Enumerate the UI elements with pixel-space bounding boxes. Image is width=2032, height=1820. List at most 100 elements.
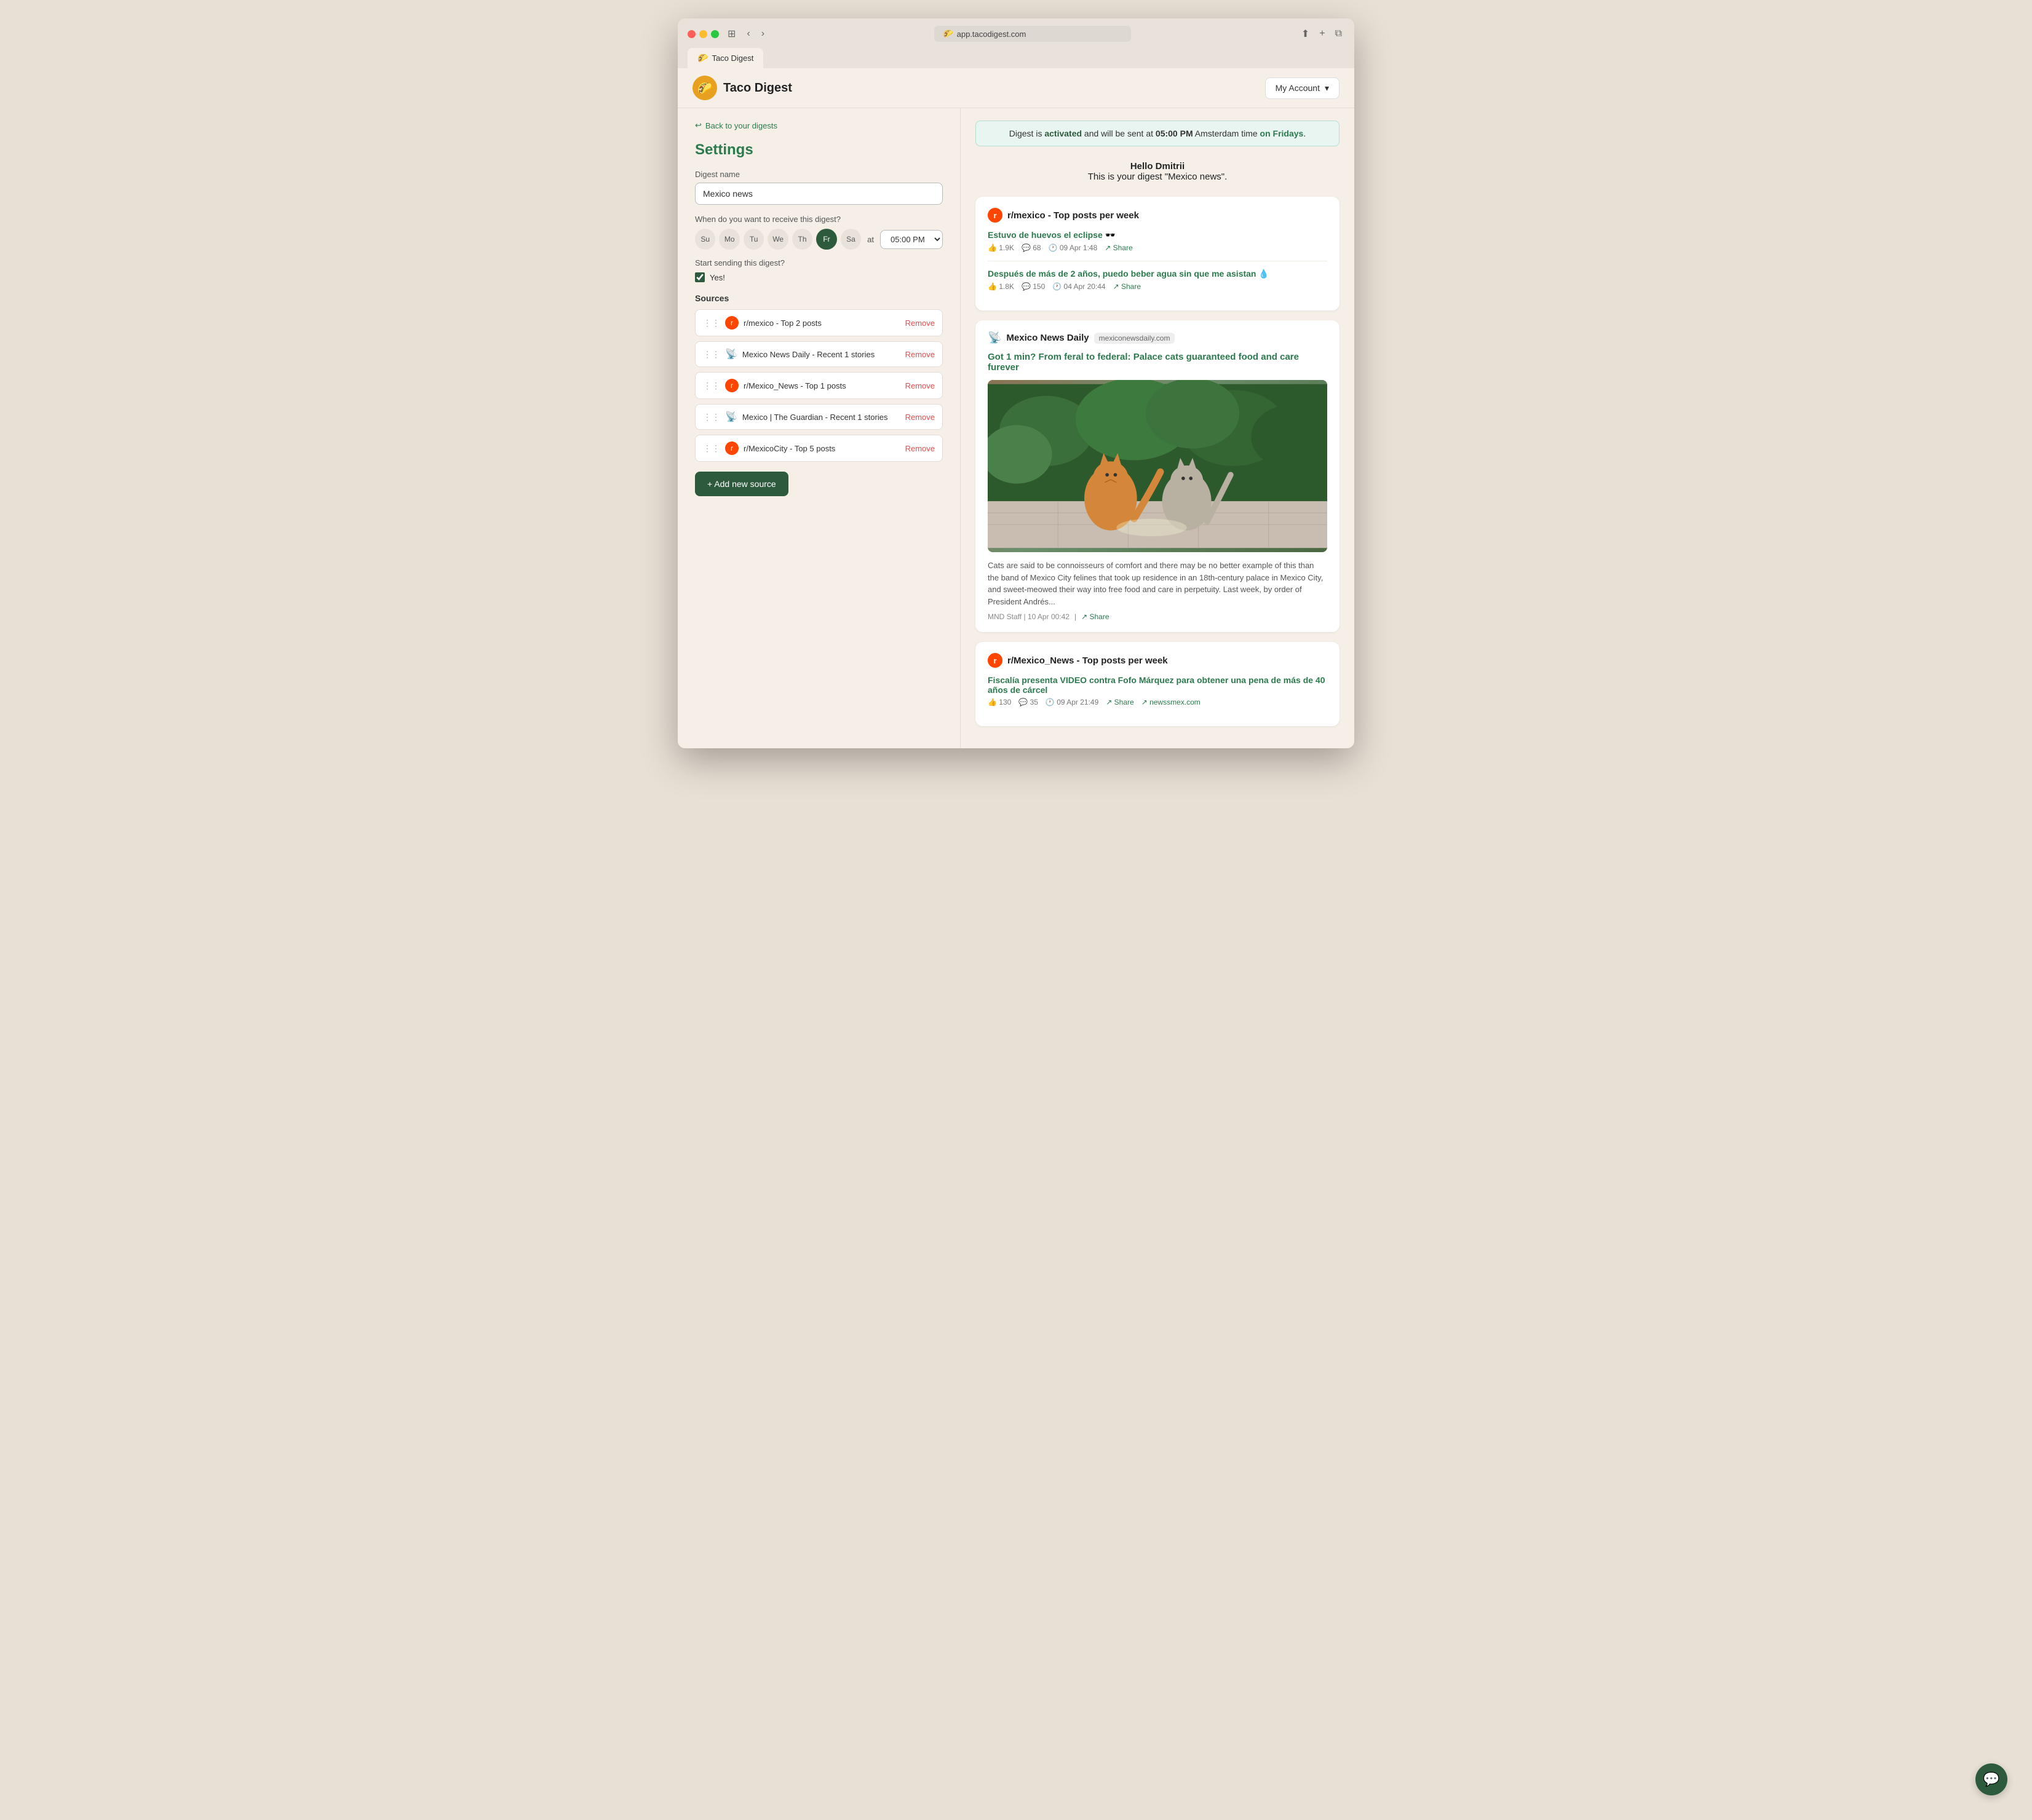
remove-source-1-button[interactable]: Remove bbox=[905, 318, 935, 328]
address-bar[interactable]: 🌮 app.tacodigest.com bbox=[934, 26, 1131, 42]
digest-panel: Digest is activated and will be sent at … bbox=[961, 108, 1354, 748]
post-title-1[interactable]: Estuvo de huevos el eclipse 🕶️ bbox=[988, 230, 1327, 240]
app-header: 🌮 Taco Digest My Account ▾ bbox=[678, 68, 1354, 108]
post-meta-2: 👍 1.8K 💬 150 🕐 04 Apr 20:44 ↗ Share bbox=[988, 282, 1327, 291]
app-name: Taco Digest bbox=[723, 81, 792, 95]
back-to-digests-link[interactable]: ↩ Back to your digests bbox=[695, 121, 943, 130]
source-item-4: ⋮⋮ 📡 Mexico | The Guardian - Recent 1 st… bbox=[695, 404, 943, 430]
card-title-reddit-mexico: r/mexico - Top posts per week bbox=[1007, 210, 1139, 221]
address-bar-container: 🌮 app.tacodigest.com bbox=[773, 26, 1293, 42]
start-sending-label: Start sending this digest? bbox=[695, 258, 943, 267]
share-separator: | bbox=[1074, 612, 1076, 621]
rss-icon: 📡 bbox=[725, 411, 737, 423]
remove-source-3-button[interactable]: Remove bbox=[905, 381, 935, 390]
day-th-button[interactable]: Th bbox=[792, 229, 812, 250]
reddit-icon: r bbox=[725, 316, 739, 330]
add-source-button[interactable]: + Add new source bbox=[695, 472, 788, 496]
day-mo-button[interactable]: Mo bbox=[719, 229, 739, 250]
source-name-5: r/MexicoCity - Top 5 posts bbox=[744, 444, 900, 453]
article-description-mnd: Cats are said to be connoisseurs of comf… bbox=[988, 560, 1327, 607]
digest-time: 05:00 PM bbox=[1156, 129, 1193, 138]
drag-handle-icon[interactable]: ⋮⋮ bbox=[703, 412, 720, 422]
drag-handle-icon[interactable]: ⋮⋮ bbox=[703, 349, 720, 360]
source-item-2: ⋮⋮ 📡 Mexico News Daily - Recent 1 storie… bbox=[695, 341, 943, 367]
likes-icon: 👍 1.8K bbox=[988, 282, 1014, 291]
forward-btn[interactable]: › bbox=[759, 27, 767, 41]
time-select[interactable]: 05:00 PM bbox=[880, 230, 943, 249]
digest-name-input[interactable] bbox=[695, 183, 943, 205]
article-image-mnd bbox=[988, 380, 1327, 552]
post-item-1: Estuvo de huevos el eclipse 🕶️ 👍 1.9K 💬 … bbox=[988, 230, 1327, 252]
time-icon: 🕐 04 Apr 20:44 bbox=[1052, 282, 1105, 291]
post-item-3: Fiscalía presenta VIDEO contra Fofo Márq… bbox=[988, 675, 1327, 706]
back-arrow-icon: ↩ bbox=[695, 121, 702, 130]
back-btn[interactable]: ‹ bbox=[744, 27, 752, 41]
day-tu-button[interactable]: Tu bbox=[744, 229, 764, 250]
active-tab[interactable]: 🌮 Taco Digest bbox=[688, 48, 763, 68]
card-title-mexiconews: r/Mexico_News - Top posts per week bbox=[1007, 655, 1168, 666]
card-header-mnd: 📡 Mexico News Daily mexiconewsdaily.com bbox=[988, 331, 1327, 344]
post-title-2[interactable]: Después de más de 2 años, puedo beber ag… bbox=[988, 269, 1327, 279]
article-meta-mnd: MND Staff | 10 Apr 00:42 | ↗ Share bbox=[988, 612, 1327, 621]
app-content: ↩ Back to your digests Settings Digest n… bbox=[678, 108, 1354, 748]
share-link-mnd[interactable]: ↗ Share bbox=[1081, 612, 1109, 621]
reddit-card-icon-2: r bbox=[988, 653, 1002, 668]
day-sa-button[interactable]: Sa bbox=[841, 229, 861, 250]
likes-icon-3: 👍 130 bbox=[988, 698, 1011, 706]
close-traffic-light[interactable] bbox=[688, 30, 696, 38]
source-item-5: ⋮⋮ r r/MexicoCity - Top 5 posts Remove bbox=[695, 435, 943, 462]
share-link-3[interactable]: ↗ Share bbox=[1106, 698, 1133, 706]
chat-icon: 💬 bbox=[1983, 1771, 1999, 1787]
comments-icon: 💬 68 bbox=[1022, 243, 1041, 252]
at-label: at bbox=[867, 235, 874, 244]
digest-name-label: Digest name bbox=[695, 170, 943, 179]
start-sending-row: Yes! bbox=[695, 272, 943, 282]
reddit-icon: r bbox=[725, 441, 739, 455]
reddit-card-icon: r bbox=[988, 208, 1002, 223]
my-account-label: My Account bbox=[1276, 83, 1320, 93]
rss-icon: 📡 bbox=[725, 348, 737, 360]
drag-handle-icon[interactable]: ⋮⋮ bbox=[703, 381, 720, 391]
post-title-3[interactable]: Fiscalía presenta VIDEO contra Fofo Márq… bbox=[988, 675, 1327, 695]
browser-controls: ⊞ ‹ › 🌮 app.tacodigest.com ⬆ + ⧉ bbox=[688, 26, 1344, 42]
reddit-mexico-card: r r/mexico - Top posts per week Estuvo d… bbox=[975, 197, 1339, 311]
card-title-mnd: Mexico News Daily bbox=[1006, 333, 1089, 343]
card-header-reddit-mexico: r r/mexico - Top posts per week bbox=[988, 208, 1327, 223]
tab-bar: 🌮 Taco Digest bbox=[688, 48, 1344, 68]
yes-label: Yes! bbox=[710, 273, 725, 282]
day-selector: Su Mo Tu We Th Fr Sa at 05:00 PM bbox=[695, 229, 943, 250]
post-meta-1: 👍 1.9K 💬 68 🕐 09 Apr 1:48 ↗ Share bbox=[988, 243, 1327, 252]
minimize-traffic-light[interactable] bbox=[699, 30, 707, 38]
app-logo: 🌮 Taco Digest bbox=[693, 76, 792, 100]
site-favicon: 🌮 bbox=[943, 29, 953, 39]
share-btn[interactable]: ⬆ bbox=[1299, 26, 1312, 41]
share-link-2[interactable]: ↗ Share bbox=[1113, 282, 1141, 291]
new-tab-btn[interactable]: + bbox=[1317, 26, 1327, 41]
chat-button[interactable]: 💬 bbox=[1975, 1763, 2007, 1795]
remove-source-5-button[interactable]: Remove bbox=[905, 444, 935, 453]
drag-handle-icon[interactable]: ⋮⋮ bbox=[703, 318, 720, 328]
cats-svg bbox=[988, 380, 1327, 552]
start-sending-checkbox[interactable] bbox=[695, 272, 705, 282]
external-link-3[interactable]: ↗ newssmex.com bbox=[1141, 698, 1201, 706]
share-link-1[interactable]: ↗ Share bbox=[1105, 243, 1132, 252]
day-we-button[interactable]: We bbox=[768, 229, 788, 250]
remove-source-4-button[interactable]: Remove bbox=[905, 413, 935, 422]
card-header-mexiconews: r r/Mexico_News - Top posts per week bbox=[988, 653, 1327, 668]
chevron-down-icon: ▾ bbox=[1325, 83, 1329, 93]
drag-handle-icon[interactable]: ⋮⋮ bbox=[703, 443, 720, 454]
sidebar-toggle-btn[interactable]: ⊞ bbox=[725, 26, 738, 41]
day-fr-button[interactable]: Fr bbox=[816, 229, 836, 250]
source-item-1: ⋮⋮ r r/mexico - Top 2 posts Remove bbox=[695, 309, 943, 336]
day-su-button[interactable]: Su bbox=[695, 229, 715, 250]
tabs-btn[interactable]: ⧉ bbox=[1333, 26, 1344, 41]
my-account-button[interactable]: My Account ▾ bbox=[1265, 77, 1339, 99]
settings-title: Settings bbox=[695, 141, 943, 159]
remove-source-2-button[interactable]: Remove bbox=[905, 350, 935, 359]
maximize-traffic-light[interactable] bbox=[711, 30, 719, 38]
article-title-mnd[interactable]: Got 1 min? From feral to federal: Palace… bbox=[988, 352, 1327, 373]
sources-label: Sources bbox=[695, 293, 943, 303]
digest-day: on Fridays bbox=[1260, 129, 1304, 138]
source-name-1: r/mexico - Top 2 posts bbox=[744, 318, 900, 328]
greeting-line1: Hello Dmitrii bbox=[975, 161, 1339, 172]
